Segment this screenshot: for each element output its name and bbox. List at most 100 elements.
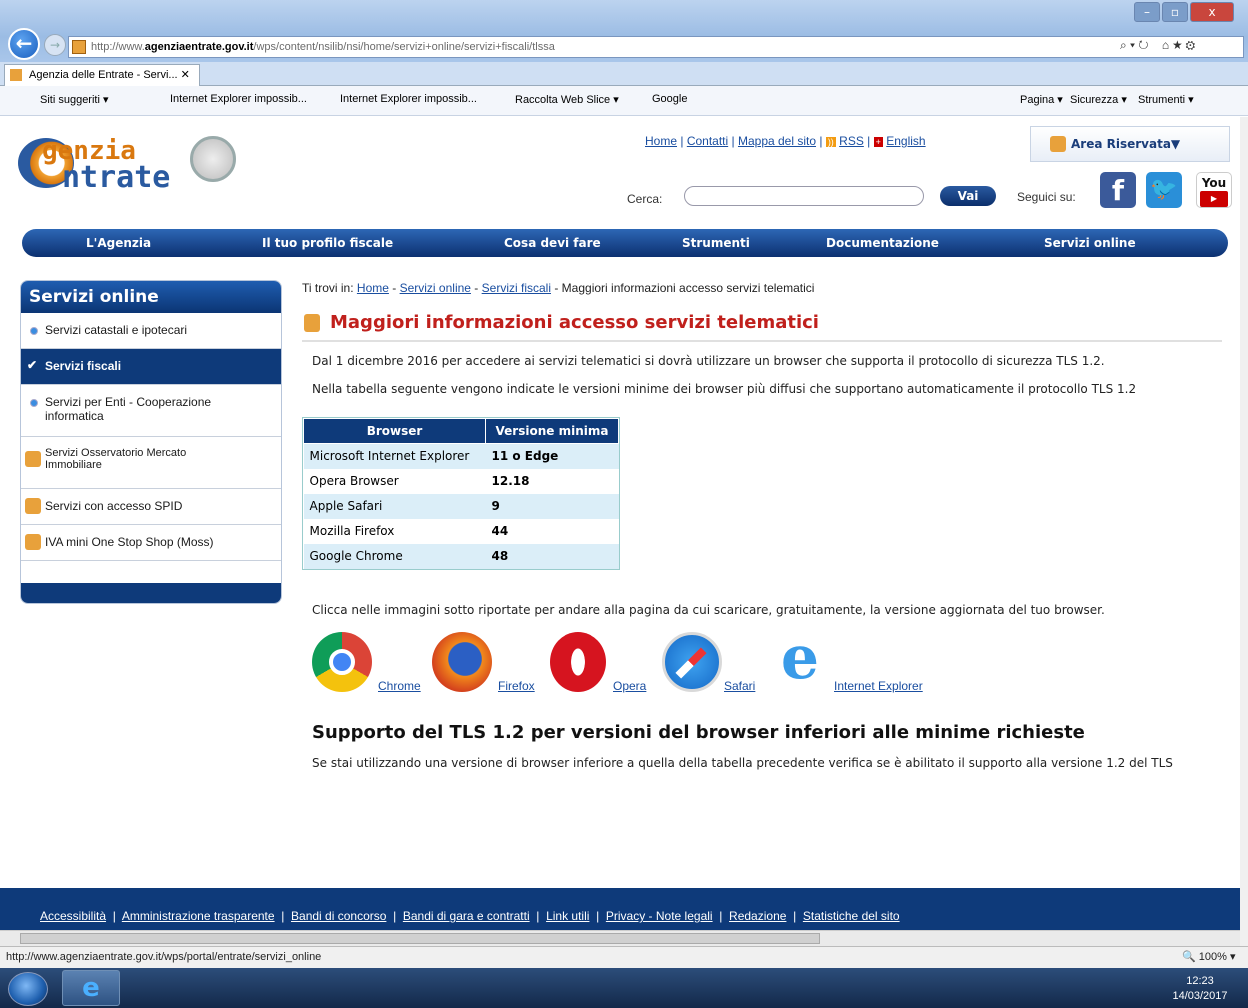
youtube-icon[interactable]: You ▶ bbox=[1196, 172, 1232, 208]
lock-icon bbox=[25, 498, 41, 514]
firefox-link[interactable]: Firefox bbox=[498, 679, 535, 693]
footer-link[interactable]: Accessibilità bbox=[40, 909, 106, 923]
internet-explorer-link[interactable]: Internet Explorer bbox=[834, 679, 923, 693]
system-clock[interactable]: 12:23 14/03/2017 bbox=[1160, 974, 1240, 1004]
address-bar[interactable]: http://www.agenziaentrate.gov.it/wps/con… bbox=[68, 36, 1244, 58]
search-input[interactable] bbox=[684, 186, 924, 206]
rss-icon: )) bbox=[825, 137, 836, 147]
table-header-row: Browser Versione minima bbox=[303, 418, 619, 444]
bullet-icon bbox=[30, 399, 38, 407]
sidebar-item-label: Servizi catastali e ipotecari bbox=[45, 323, 188, 337]
fav-google[interactable]: Google bbox=[652, 93, 687, 105]
lock-icon bbox=[25, 534, 41, 550]
minimize-button[interactable]: – bbox=[1134, 2, 1160, 22]
sidebar-item-moss[interactable]: IVA mini One Stop Shop (Moss) bbox=[21, 525, 281, 561]
footer-link[interactable]: Bandi di gara e contratti bbox=[403, 909, 530, 923]
checkmark-icon: ✔ bbox=[27, 358, 38, 372]
opera-link[interactable]: Opera bbox=[613, 679, 646, 693]
youtube-tube-icon: ▶ bbox=[1200, 191, 1228, 207]
fav-web-slice[interactable]: Raccolta Web Slice ▾ bbox=[515, 93, 619, 106]
nav-profilo[interactable]: Il tuo profilo fiscale bbox=[262, 236, 393, 250]
section-paragraph: Se stai utilizzando una versione di brow… bbox=[312, 756, 1173, 770]
footer-link[interactable]: Statistiche del sito bbox=[803, 909, 900, 923]
breadcrumb-current: Maggiori informazioni accesso servizi te… bbox=[561, 281, 815, 295]
table-cell: 9 bbox=[485, 493, 619, 519]
back-button[interactable]: ← bbox=[8, 28, 40, 60]
link-contatti[interactable]: Contatti bbox=[687, 134, 728, 148]
firefox-icon[interactable] bbox=[432, 632, 492, 692]
table-cell: 44 bbox=[485, 518, 619, 544]
internet-explorer-icon[interactable]: e bbox=[770, 628, 830, 688]
nav-strumenti[interactable]: Strumenti bbox=[682, 236, 750, 250]
ie-taskbar-icon[interactable]: e bbox=[62, 970, 120, 1006]
sidebar-item-label: IVA mini One Stop Shop (Moss) bbox=[45, 535, 214, 549]
table-cell: Google Chrome bbox=[303, 543, 486, 569]
opera-icon[interactable] bbox=[550, 632, 606, 692]
zoom-level[interactable]: 🔍 100% ▾ bbox=[1182, 950, 1235, 963]
toolbar-page[interactable]: Pagina ▾ bbox=[1020, 93, 1063, 106]
breadcrumb-servizi-online[interactable]: Servizi online bbox=[400, 281, 471, 295]
fav-ie-2[interactable]: Internet Explorer impossib... bbox=[340, 93, 477, 105]
toolbar-security[interactable]: Sicurezza ▾ bbox=[1070, 93, 1127, 106]
table-row: Microsoft Internet Explorer 11 o Edge bbox=[303, 443, 619, 469]
browser-tab[interactable]: Agenzia delle Entrate - Servi... ✕ bbox=[4, 64, 200, 86]
footer-link[interactable]: Redazione bbox=[729, 909, 786, 923]
nav-documentazione[interactable]: Documentazione bbox=[826, 236, 939, 250]
table-cell: Mozilla Firefox bbox=[303, 518, 486, 544]
link-english[interactable]: English bbox=[886, 134, 925, 148]
link-home[interactable]: Home bbox=[645, 134, 677, 148]
chrome-icon[interactable] bbox=[312, 632, 372, 692]
table-cell: Apple Safari bbox=[303, 493, 486, 519]
site-favicon-icon bbox=[72, 40, 86, 54]
footer-link[interactable]: Privacy - Note legali bbox=[606, 909, 713, 923]
nav-agenzia[interactable]: L'Agenzia bbox=[86, 236, 151, 250]
fav-suggested-sites[interactable]: Siti suggeriti ▾ bbox=[40, 93, 109, 106]
table-row: Mozilla Firefox 44 bbox=[303, 518, 619, 544]
sidebar-item-spid[interactable]: Servizi con accesso SPID bbox=[21, 489, 281, 525]
url-path: /wps/content/nsilib/nsi/home/servizi+onl… bbox=[253, 41, 555, 53]
breadcrumb: Ti trovi in: Home - Servizi online - Ser… bbox=[302, 281, 815, 295]
zoom-value: 100% bbox=[1198, 951, 1227, 963]
chrome-link[interactable]: Chrome bbox=[378, 679, 421, 693]
fav-ie-1[interactable]: Internet Explorer impossib... bbox=[170, 93, 307, 105]
footer-link[interactable]: Link utili bbox=[546, 909, 589, 923]
sidebar-item-catastali[interactable]: Servizi catastali e ipotecari bbox=[21, 313, 281, 349]
breadcrumb-servizi-fiscali[interactable]: Servizi fiscali bbox=[482, 281, 551, 295]
table-header: Versione minima bbox=[485, 418, 619, 444]
link-rss[interactable]: RSS bbox=[839, 134, 864, 148]
tab-favicon-icon bbox=[10, 69, 22, 81]
favorites-bar: Siti suggeriti ▾ Internet Explorer impos… bbox=[0, 86, 1248, 116]
vertical-scrollbar[interactable] bbox=[1240, 117, 1248, 946]
logo-text-bottom[interactable]: ntrate bbox=[62, 160, 170, 195]
safari-icon[interactable] bbox=[662, 632, 722, 692]
search-label: Cerca: bbox=[627, 192, 663, 206]
sidebar-item-label: Servizi per Enti - Cooperazione informat… bbox=[45, 395, 212, 423]
lock-icon bbox=[1050, 136, 1066, 152]
tab-title: Agenzia delle Entrate - Servi... bbox=[29, 69, 178, 81]
intro-paragraph: Dal 1 dicembre 2016 per accedere ai serv… bbox=[312, 354, 1105, 368]
close-button[interactable]: x bbox=[1190, 2, 1234, 22]
facebook-icon[interactable]: f bbox=[1100, 172, 1136, 208]
sidebar-item-omi[interactable]: Servizi Osservatorio Mercato Immobiliare bbox=[21, 437, 281, 489]
start-button[interactable] bbox=[8, 972, 48, 1006]
breadcrumb-home[interactable]: Home bbox=[357, 281, 389, 295]
forward-button[interactable]: → bbox=[44, 34, 66, 56]
twitter-icon[interactable]: 🐦 bbox=[1146, 172, 1182, 208]
nav-cosa-devi-fare[interactable]: Cosa devi fare bbox=[504, 236, 601, 250]
section-heading: Supporto del TLS 1.2 per versioni del br… bbox=[312, 722, 1085, 743]
maximize-button[interactable]: ▫ bbox=[1162, 2, 1188, 22]
lock-icon bbox=[304, 314, 320, 332]
sidebar-item-enti[interactable]: Servizi per Enti - Cooperazione informat… bbox=[21, 385, 281, 437]
footer-link[interactable]: Amministrazione trasparente bbox=[122, 909, 275, 923]
address-tools[interactable]: ⌕ ▾ ↻ ⌂ ★ ⚙ bbox=[1120, 38, 1195, 53]
search-button[interactable]: Vai bbox=[940, 186, 996, 206]
sidebar-item-fiscali[interactable]: ✔ Servizi fiscali bbox=[21, 349, 281, 385]
scrollbar-thumb[interactable] bbox=[20, 933, 820, 944]
safari-link[interactable]: Safari bbox=[724, 679, 755, 693]
footer-link[interactable]: Bandi di concorso bbox=[291, 909, 386, 923]
toolbar-tools[interactable]: Strumenti ▾ bbox=[1138, 93, 1194, 106]
nav-servizi-online[interactable]: Servizi online bbox=[1044, 236, 1136, 250]
link-mappa[interactable]: Mappa del sito bbox=[738, 134, 816, 148]
clock-date: 14/03/2017 bbox=[1172, 990, 1228, 1002]
page-title: Maggiori informazioni accesso servizi te… bbox=[330, 312, 819, 333]
